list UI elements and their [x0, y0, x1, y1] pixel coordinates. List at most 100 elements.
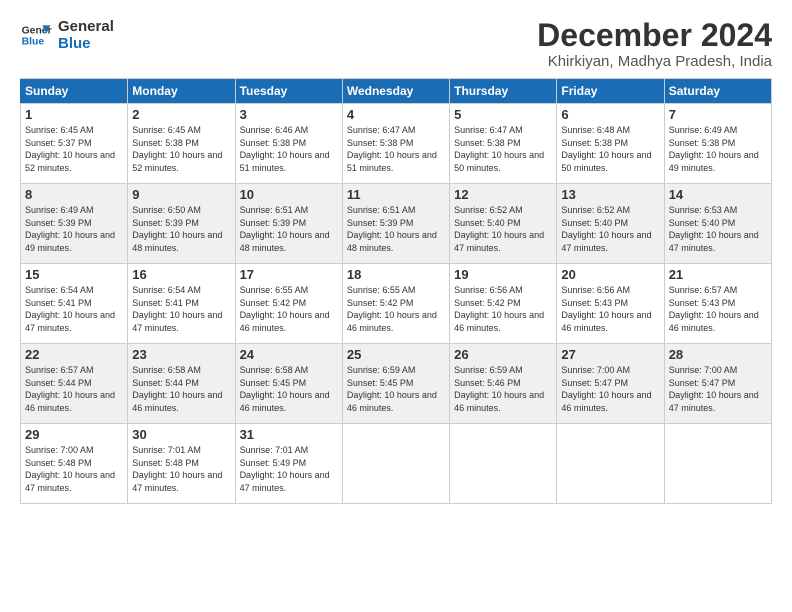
calendar-cell: 12Sunrise: 6:52 AMSunset: 5:40 PMDayligh…	[450, 184, 557, 264]
col-header-tuesday: Tuesday	[235, 79, 342, 104]
col-header-monday: Monday	[128, 79, 235, 104]
day-info: Sunrise: 6:49 AMSunset: 5:38 PMDaylight:…	[669, 124, 767, 174]
month-title: December 2024	[537, 18, 772, 53]
logo-general: General	[58, 18, 114, 35]
calendar-cell: 8 Sunrise: 6:49 AMSunset: 5:39 PMDaylight…	[21, 184, 128, 264]
calendar-cell: 5 Sunrise: 6:47 AMSunset: 5:38 PMDaylight…	[450, 104, 557, 184]
calendar-cell: 27 Sunrise: 7:00 AMSunset: 5:47 PMDayligh…	[557, 344, 664, 424]
week-row-2: 8 Sunrise: 6:49 AMSunset: 5:39 PMDaylight…	[21, 184, 772, 264]
day-info: Sunrise: 6:53 AMSunset: 5:40 PMDaylight:…	[669, 204, 767, 254]
calendar-cell: 10 Sunrise: 6:51 AMSunset: 5:39 PMDayligh…	[235, 184, 342, 264]
day-info: Sunrise: 6:58 AMSunset: 5:45 PMDaylight:…	[240, 364, 338, 414]
location-subtitle: Khirkiyan, Madhya Pradesh, India	[537, 53, 772, 70]
day-info: Sunrise: 6:52 AMSunset: 5:40 PMDaylight:…	[561, 204, 659, 254]
week-row-3: 15 Sunrise: 6:54 AMSunset: 5:41 PMDayligh…	[21, 264, 772, 344]
day-info: Sunrise: 7:00 AMSunset: 5:48 PMDaylight:…	[25, 444, 123, 494]
calendar-cell: 29 Sunrise: 7:00 AMSunset: 5:48 PMDayligh…	[21, 424, 128, 504]
calendar-cell: 14 Sunrise: 6:53 AMSunset: 5:40 PMDayligh…	[664, 184, 771, 264]
calendar-cell: 1Sunrise: 6:45 AMSunset: 5:37 PMDaylight…	[21, 104, 128, 184]
col-header-saturday: Saturday	[664, 79, 771, 104]
day-info: Sunrise: 6:45 AMSunset: 5:38 PMDaylight:…	[132, 124, 230, 174]
day-info: Sunrise: 6:59 AMSunset: 5:46 PMDaylight:…	[454, 364, 552, 414]
col-header-thursday: Thursday	[450, 79, 557, 104]
day-info: Sunrise: 6:47 AMSunset: 5:38 PMDaylight:…	[347, 124, 445, 174]
day-info: Sunrise: 6:51 AMSunset: 5:39 PMDaylight:…	[240, 204, 338, 254]
day-info: Sunrise: 6:52 AMSunset: 5:40 PMDaylight:…	[454, 204, 552, 254]
calendar-cell	[450, 424, 557, 504]
calendar-cell: 2 Sunrise: 6:45 AMSunset: 5:38 PMDaylight…	[128, 104, 235, 184]
calendar-cell	[664, 424, 771, 504]
calendar-cell: 31 Sunrise: 7:01 AMSunset: 5:49 PMDayligh…	[235, 424, 342, 504]
day-number: 8	[25, 187, 123, 202]
day-number: 21	[669, 267, 767, 282]
day-number: 2	[132, 107, 230, 122]
day-number: 29	[25, 427, 123, 442]
calendar-table: SundayMondayTuesdayWednesdayThursdayFrid…	[20, 78, 772, 504]
calendar-cell: 18Sunrise: 6:55 AMSunset: 5:42 PMDayligh…	[342, 264, 449, 344]
week-row-4: 22Sunrise: 6:57 AMSunset: 5:44 PMDayligh…	[21, 344, 772, 424]
calendar-cell	[557, 424, 664, 504]
day-number: 11	[347, 187, 445, 202]
calendar-cell: 11 Sunrise: 6:51 AMSunset: 5:39 PMDayligh…	[342, 184, 449, 264]
day-number: 25	[347, 347, 445, 362]
day-info: Sunrise: 7:00 AMSunset: 5:47 PMDaylight:…	[561, 364, 659, 414]
day-info: Sunrise: 6:47 AMSunset: 5:38 PMDaylight:…	[454, 124, 552, 174]
col-header-sunday: Sunday	[21, 79, 128, 104]
day-number: 9	[132, 187, 230, 202]
day-number: 27	[561, 347, 659, 362]
day-info: Sunrise: 7:01 AMSunset: 5:48 PMDaylight:…	[132, 444, 230, 494]
day-info: Sunrise: 6:54 AMSunset: 5:41 PMDaylight:…	[25, 284, 123, 334]
calendar-cell	[342, 424, 449, 504]
calendar-cell: 3 Sunrise: 6:46 AMSunset: 5:38 PMDaylight…	[235, 104, 342, 184]
day-number: 20	[561, 267, 659, 282]
calendar-cell: 13 Sunrise: 6:52 AMSunset: 5:40 PMDayligh…	[557, 184, 664, 264]
calendar-cell: 22Sunrise: 6:57 AMSunset: 5:44 PMDayligh…	[21, 344, 128, 424]
day-number: 7	[669, 107, 767, 122]
day-info: Sunrise: 6:56 AMSunset: 5:42 PMDaylight:…	[454, 284, 552, 334]
day-info: Sunrise: 6:54 AMSunset: 5:41 PMDaylight:…	[132, 284, 230, 334]
day-number: 31	[240, 427, 338, 442]
day-number: 26	[454, 347, 552, 362]
day-number: 13	[561, 187, 659, 202]
calendar-cell: 28 Sunrise: 7:00 AMSunset: 5:47 PMDayligh…	[664, 344, 771, 424]
day-number: 16	[132, 267, 230, 282]
day-info: Sunrise: 6:46 AMSunset: 5:38 PMDaylight:…	[240, 124, 338, 174]
calendar-cell: 25Sunrise: 6:59 AMSunset: 5:45 PMDayligh…	[342, 344, 449, 424]
day-number: 28	[669, 347, 767, 362]
calendar-cell: 26 Sunrise: 6:59 AMSunset: 5:46 PMDayligh…	[450, 344, 557, 424]
calendar-cell: 16 Sunrise: 6:54 AMSunset: 5:41 PMDayligh…	[128, 264, 235, 344]
calendar-cell: 6Sunrise: 6:48 AMSunset: 5:38 PMDaylight…	[557, 104, 664, 184]
logo-blue: Blue	[58, 35, 114, 52]
calendar-cell: 17 Sunrise: 6:55 AMSunset: 5:42 PMDayligh…	[235, 264, 342, 344]
day-info: Sunrise: 6:51 AMSunset: 5:39 PMDaylight:…	[347, 204, 445, 254]
day-number: 1	[25, 107, 123, 122]
day-info: Sunrise: 6:56 AMSunset: 5:43 PMDaylight:…	[561, 284, 659, 334]
col-header-wednesday: Wednesday	[342, 79, 449, 104]
day-info: Sunrise: 7:01 AMSunset: 5:49 PMDaylight:…	[240, 444, 338, 494]
day-number: 3	[240, 107, 338, 122]
day-info: Sunrise: 7:00 AMSunset: 5:47 PMDaylight:…	[669, 364, 767, 414]
svg-text:Blue: Blue	[22, 37, 45, 48]
calendar-cell: 15 Sunrise: 6:54 AMSunset: 5:41 PMDayligh…	[21, 264, 128, 344]
day-number: 15	[25, 267, 123, 282]
calendar-cell: 21Sunrise: 6:57 AMSunset: 5:43 PMDayligh…	[664, 264, 771, 344]
header: General Blue General Blue December 2024 …	[20, 18, 772, 70]
day-number: 4	[347, 107, 445, 122]
week-row-1: 1Sunrise: 6:45 AMSunset: 5:37 PMDaylight…	[21, 104, 772, 184]
day-info: Sunrise: 6:49 AMSunset: 5:39 PMDaylight:…	[25, 204, 123, 254]
day-number: 6	[561, 107, 659, 122]
logo-icon: General Blue	[20, 19, 52, 51]
day-number: 10	[240, 187, 338, 202]
calendar-cell: 7 Sunrise: 6:49 AMSunset: 5:38 PMDaylight…	[664, 104, 771, 184]
calendar-cell: 19Sunrise: 6:56 AMSunset: 5:42 PMDayligh…	[450, 264, 557, 344]
logo: General Blue General Blue	[20, 18, 114, 53]
calendar-cell: 9Sunrise: 6:50 AMSunset: 5:39 PMDaylight…	[128, 184, 235, 264]
day-info: Sunrise: 6:55 AMSunset: 5:42 PMDaylight:…	[240, 284, 338, 334]
day-number: 14	[669, 187, 767, 202]
calendar-cell: 24Sunrise: 6:58 AMSunset: 5:45 PMDayligh…	[235, 344, 342, 424]
calendar-cell: 4 Sunrise: 6:47 AMSunset: 5:38 PMDaylight…	[342, 104, 449, 184]
day-number: 5	[454, 107, 552, 122]
week-row-5: 29 Sunrise: 7:00 AMSunset: 5:48 PMDayligh…	[21, 424, 772, 504]
day-number: 17	[240, 267, 338, 282]
day-number: 30	[132, 427, 230, 442]
